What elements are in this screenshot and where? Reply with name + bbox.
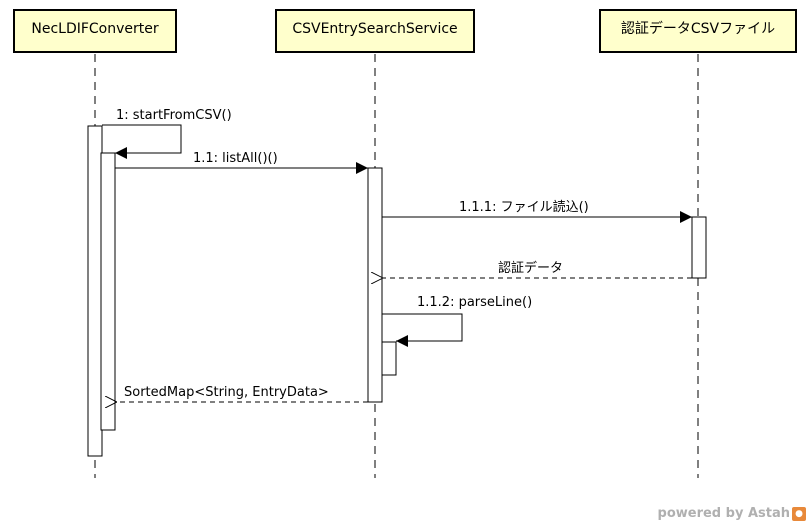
activation-nec-inner xyxy=(100,152,116,431)
lifeline-nec[interactable]: NecLDIFConverter xyxy=(13,9,177,53)
message-list-all-label: 1.1: listAll()() xyxy=(193,151,278,166)
message-start-from-csv[interactable]: 1: startFromCSV() xyxy=(102,108,232,159)
message-return-auth-data-label: 認証データ xyxy=(498,260,563,276)
lifeline-file-label: 認証データCSVファイル xyxy=(621,20,775,37)
astah-logo-icon: ● xyxy=(792,506,806,521)
watermark-text: powered by Astah xyxy=(657,506,790,521)
message-return-auth-data[interactable]: 認証データ xyxy=(382,260,692,278)
message-parse-line[interactable]: 1.1.2: parseLine() xyxy=(382,295,532,347)
message-parse-line-label: 1.1.2: parseLine() xyxy=(417,295,532,310)
activation-file xyxy=(691,216,707,279)
lifeline-csv[interactable]: CSVEntrySearchService xyxy=(275,9,475,53)
message-start-from-csv-label: 1: startFromCSV() xyxy=(116,108,232,123)
activation-csv-inner xyxy=(381,341,397,376)
message-return-sorted-map-label: SortedMap<String, EntryData> xyxy=(124,385,329,400)
message-file-read-label: 1.1.1: ファイル読込() xyxy=(459,199,589,215)
lifeline-file[interactable]: 認証データCSVファイル xyxy=(599,9,797,53)
watermark: powered by Astah ● xyxy=(658,506,806,521)
message-list-all[interactable]: 1.1: listAll()() xyxy=(115,151,368,174)
sequence-diagram: NecLDIFConverter CSVEntrySearchService 認… xyxy=(13,9,797,478)
lifeline-csv-label: CSVEntrySearchService xyxy=(292,21,457,37)
message-file-read[interactable]: 1.1.1: ファイル読込() xyxy=(382,199,692,223)
activation-csv-outer xyxy=(367,167,383,403)
message-return-sorted-map[interactable]: SortedMap<String, EntryData> xyxy=(116,385,368,402)
lifeline-nec-label: NecLDIFConverter xyxy=(31,21,159,37)
activation-nec-outer xyxy=(87,125,103,457)
